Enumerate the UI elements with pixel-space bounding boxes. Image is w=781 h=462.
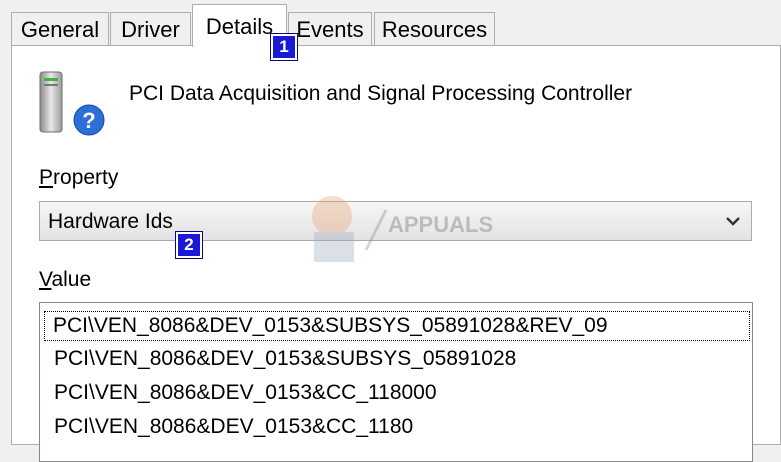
value-label: Value [39,268,92,291]
annotation-badge-2: 2 [175,231,203,259]
annotation-badge-1: 1 [270,33,298,61]
tab-strip: General Driver Details Events Resources [0,0,781,47]
svg-text:?: ? [82,108,95,133]
tab-resources[interactable]: Resources [374,12,495,45]
property-label: Property [39,166,119,189]
tab-general[interactable]: General [11,12,109,45]
svg-text:APPUALS: APPUALS [388,212,493,237]
property-selected-value: Hardware Ids [48,210,173,233]
tab-driver[interactable]: Driver [110,12,191,45]
tab-events[interactable]: Events [288,12,372,45]
list-item[interactable]: PCI\VEN_8086&DEV_0153&CC_1180 [54,413,413,441]
chevron-down-icon [726,217,740,226]
list-item[interactable]: PCI\VEN_8086&DEV_0153&CC_118000 [54,379,437,407]
list-item[interactable]: PCI\VEN_8086&DEV_0153&SUBSYS_05891028 [54,345,516,373]
unknown-device-icon: ? [39,71,105,136]
value-listbox[interactable]: PCI\VEN_8086&DEV_0153&SUBSYS_05891028&RE… [39,302,753,462]
appuals-watermark: APPUALS [312,196,493,262]
device-name: PCI Data Acquisition and Signal Processi… [129,82,633,105]
list-item[interactable]: PCI\VEN_8086&DEV_0153&SUBSYS_05891028&RE… [44,311,750,341]
